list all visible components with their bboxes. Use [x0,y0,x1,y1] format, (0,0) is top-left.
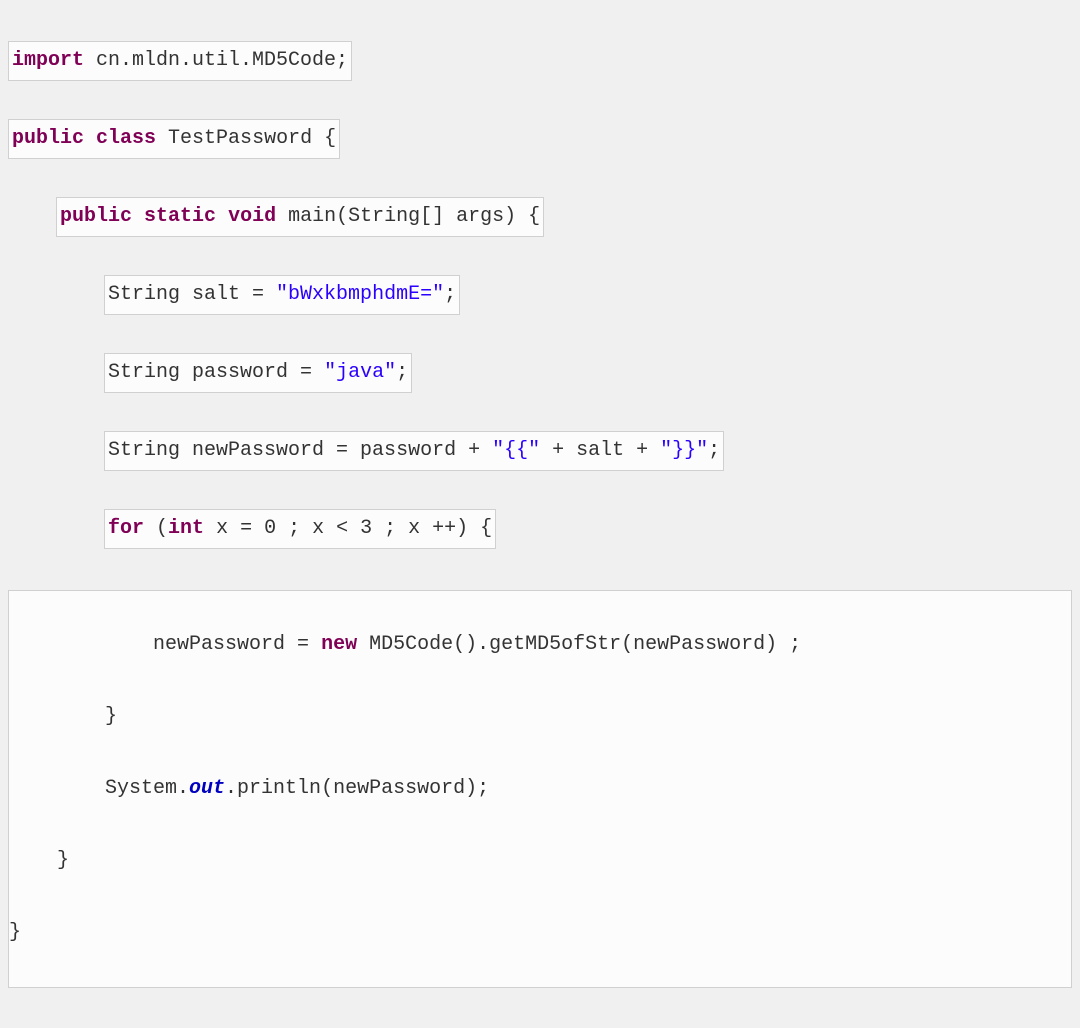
println-call: .println(newPassword); [225,777,489,800]
code-line-5: String password = "java"; [8,352,1072,394]
method-call: MD5Code().getMD5ofStr(newPassword) ; [357,633,801,656]
code-line-8: newPassword = new MD5Code().getMD5ofStr(… [9,627,1071,663]
code-line-4: String salt = "bWxkbmphdmE="; [8,274,1072,316]
system-prefix: System. [9,777,189,800]
keyword-public: public [60,205,132,228]
keyword-class: class [96,127,156,150]
concat-mid: + salt + [540,439,660,462]
import-path: cn.mldn.util.MD5Code; [84,49,348,72]
code-line-2: public class TestPassword { [8,118,1072,160]
keyword-import: import [12,49,84,72]
code-line-11: } [9,843,1071,879]
code-line-7: for (int x = 0 ; x < 3 ; x ++) { [8,508,1072,550]
code-line-12: } [9,915,1071,951]
keyword-new: new [321,633,357,656]
code-line-10: System.out.println(newPassword); [9,771,1071,807]
code-line-6: String newPassword = password + "{{" + s… [8,430,1072,472]
class-name: TestPassword [156,127,324,150]
code-block: import cn.mldn.util.MD5Code; public clas… [0,0,1080,1028]
decl-salt: String salt = [108,283,276,306]
string-literal: "{{" [492,439,540,462]
decl-password: String password = [108,361,324,384]
code-line-9: } [9,699,1071,735]
string-literal: "java" [324,361,396,384]
string-literal: "bWxkbmphdmE=" [276,283,444,306]
boxed-block: newPassword = new MD5Code().getMD5ofStr(… [8,590,1072,988]
brace-open: { [324,127,336,150]
keyword-int: int [168,517,204,540]
assign-new-password: newPassword = [9,633,321,656]
keyword-static: static [144,205,216,228]
semicolon: ; [708,439,720,462]
keyword-for: for [108,517,144,540]
semicolon: ; [444,283,456,306]
for-condition: x = 0 ; x < 3 ; x ++) { [204,517,492,540]
string-literal: "}}" [660,439,708,462]
method-sig: main(String[] args) { [276,205,540,228]
paren-open: ( [144,517,168,540]
decl-new-password: String newPassword = password + [108,439,492,462]
semicolon: ; [396,361,408,384]
code-line-3: public static void main(String[] args) { [8,196,1072,238]
field-out: out [189,777,225,800]
code-line-1: import cn.mldn.util.MD5Code; [8,40,1072,82]
keyword-public: public [12,127,84,150]
keyword-void: void [228,205,276,228]
